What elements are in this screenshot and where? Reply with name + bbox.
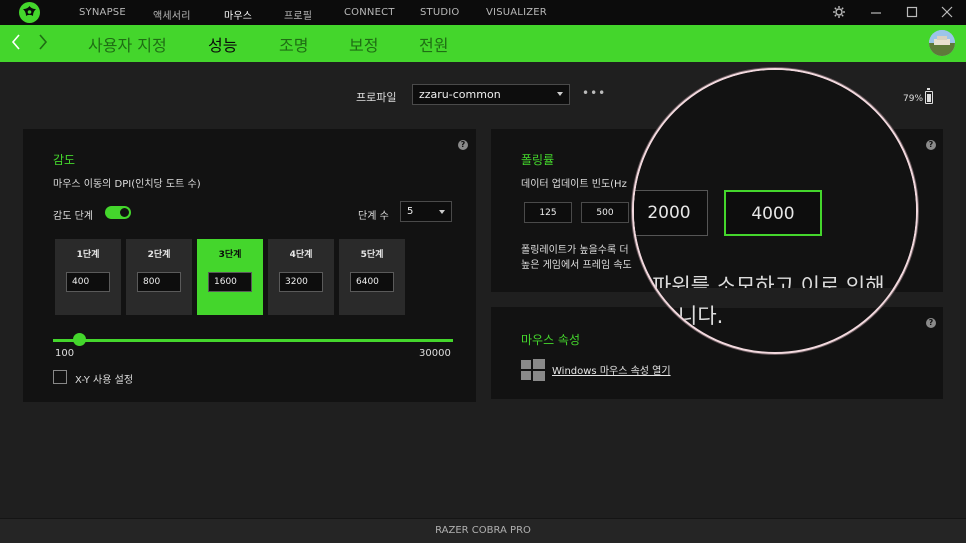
dpi-stage-label: 2단계: [147, 250, 171, 260]
device-tab-bar: 사용자 지정 성능 조명 보정 전원: [0, 25, 966, 62]
dpi-stage-label: 4단계: [289, 250, 313, 260]
dpi-stage-input[interactable]: 3200: [279, 272, 323, 292]
polling-rate-2000[interactable]: 2000: [634, 190, 708, 236]
topnav-mouse[interactable]: 마우스: [224, 7, 252, 22]
razer-logo-icon[interactable]: [19, 2, 40, 23]
xy-enable-checkbox[interactable]: [53, 370, 67, 384]
dpi-stage-4[interactable]: 4단계 3200: [268, 239, 334, 315]
avatar[interactable]: [929, 30, 955, 56]
topnav-accessories[interactable]: 액세서리: [153, 7, 191, 22]
profile-label: 프로파일: [356, 91, 397, 104]
windows-logo-icon: [521, 359, 545, 381]
mouse-properties-title: 마우스 속성: [521, 333, 581, 347]
sensitivity-stages-label: 감도 단계: [53, 211, 93, 222]
tab-customize[interactable]: 사용자 지정: [88, 32, 167, 56]
maximize-icon[interactable]: [905, 4, 921, 20]
stage-count-value: 5: [407, 206, 414, 217]
title-bar: SYNAPSE 액세서리 마우스 프로필 CONNECT STUDIO VISU…: [0, 0, 966, 25]
polling-subtitle: 데이터 업데이트 빈도(Hz: [521, 179, 627, 190]
profile-value: zzaru-common: [419, 88, 501, 101]
dpi-stage-5[interactable]: 5단계 6400: [339, 239, 405, 315]
topnav-connect[interactable]: CONNECT: [344, 7, 395, 18]
magnifier-overlay: 2000 4000 파워를 소모하고 이로 인해 니다.: [632, 68, 918, 354]
help-icon[interactable]: ?: [926, 318, 936, 328]
polling-rate-500[interactable]: 500: [581, 202, 629, 223]
windows-mouse-properties-link[interactable]: Windows 마우스 속성 열기: [552, 362, 671, 377]
tab-performance[interactable]: 성능: [208, 32, 237, 56]
dpi-slider-max: 30000: [419, 348, 451, 359]
dpi-stage-label: 1단계: [76, 250, 100, 260]
polling-description-line1: 폴링레이트가 높을수록 더: [521, 245, 629, 256]
magnifier-gap: [634, 288, 916, 308]
tab-power[interactable]: 전원: [419, 32, 448, 56]
forward-arrow-icon[interactable]: [37, 33, 49, 56]
sensitivity-subtitle: 마우스 이동의 DPI(인치당 도트 수): [53, 179, 201, 190]
topnav-studio[interactable]: STUDIO: [420, 7, 460, 18]
dpi-stage-input[interactable]: 800: [137, 272, 181, 292]
dpi-stage-input[interactable]: 400: [66, 272, 110, 292]
chevron-down-icon: [439, 210, 445, 214]
polling-rate-4000[interactable]: 4000: [724, 190, 822, 236]
dpi-stage-input[interactable]: 6400: [350, 272, 394, 292]
dpi-stage-3[interactable]: 3단계 1600: [197, 239, 263, 315]
dpi-stage-2[interactable]: 2단계 800: [126, 239, 192, 315]
chevron-down-icon: [557, 92, 563, 96]
topnav-visualizer[interactable]: VISUALIZER: [486, 7, 547, 18]
gear-icon[interactable]: [832, 4, 848, 20]
sensitivity-stages-toggle[interactable]: [105, 206, 131, 219]
xy-enable-label: X-Y 사용 설정: [75, 375, 134, 386]
magnifier-panel-area: [634, 70, 916, 274]
dpi-stage-label: 3단계: [218, 250, 242, 260]
stage-count-label: 단계 수: [358, 211, 389, 222]
tab-calibration[interactable]: 보정: [349, 32, 378, 56]
back-arrow-icon[interactable]: [10, 33, 22, 56]
more-options-button[interactable]: •••: [582, 86, 606, 100]
help-icon[interactable]: ?: [926, 140, 936, 150]
dpi-stage-1[interactable]: 1단계 400: [55, 239, 121, 315]
device-name: RAZER COBRA PRO: [435, 525, 531, 536]
polling-title: 폴링률: [521, 153, 555, 167]
tab-lighting[interactable]: 조명: [279, 32, 308, 56]
magnified-description-line2: 니다.: [678, 304, 724, 328]
status-bar: RAZER COBRA PRO: [0, 518, 966, 543]
sensitivity-title: 감도: [53, 153, 76, 167]
dpi-stage-label: 5단계: [360, 250, 384, 260]
dpi-slider-min: 100: [55, 348, 75, 359]
topnav-synapse[interactable]: SYNAPSE: [79, 7, 126, 18]
minimize-icon[interactable]: [869, 4, 885, 20]
dpi-stage-input[interactable]: 1600: [208, 272, 252, 292]
close-icon[interactable]: [940, 4, 956, 20]
dpi-slider-handle[interactable]: [73, 333, 86, 346]
battery-icon: [925, 88, 933, 104]
help-icon[interactable]: ?: [458, 140, 468, 150]
dpi-slider-track[interactable]: [53, 339, 453, 342]
stage-count-dropdown[interactable]: 5: [400, 201, 452, 222]
profile-dropdown[interactable]: zzaru-common: [412, 84, 570, 105]
polling-rate-125[interactable]: 125: [524, 202, 572, 223]
topnav-profiles[interactable]: 프로필: [284, 7, 312, 22]
polling-description-line2: 높은 게임에서 프레임 속도: [521, 260, 632, 271]
